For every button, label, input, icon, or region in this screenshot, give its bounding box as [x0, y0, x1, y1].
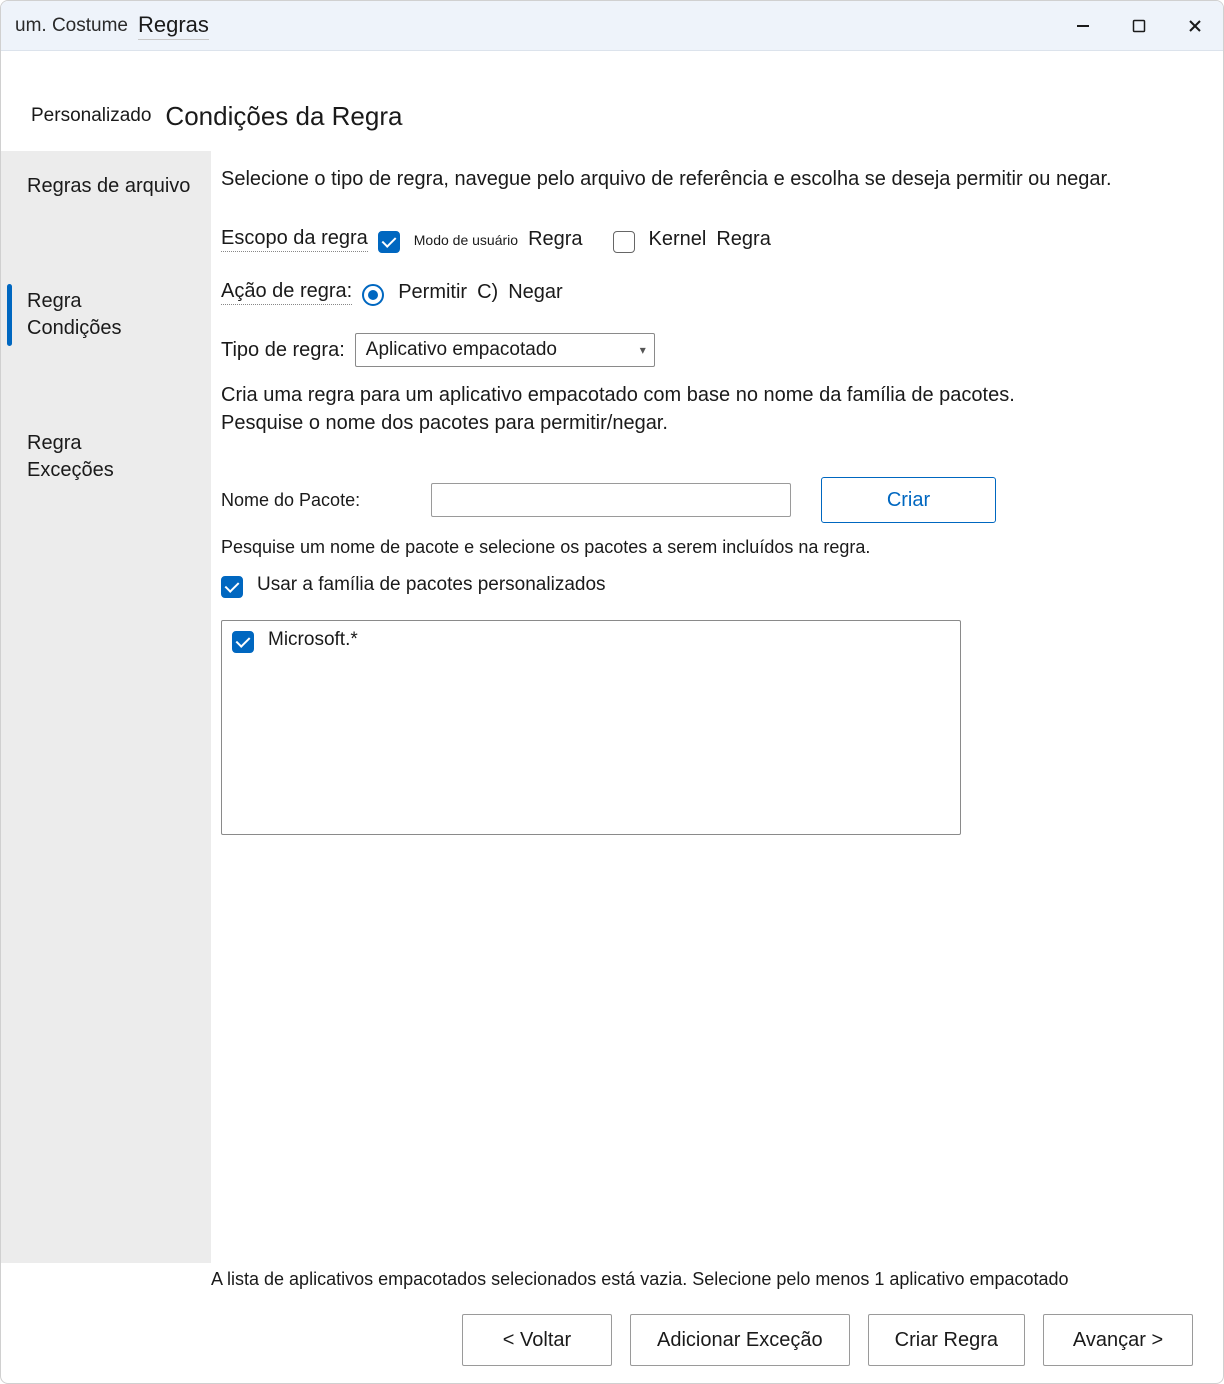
main-content: Selecione o tipo de regra, navegue pelo …	[211, 151, 1223, 1263]
rule-type-row: Tipo de regra: Aplicativo empacotado ▾	[221, 333, 1193, 367]
package-listbox[interactable]: Microsoft.*	[221, 620, 961, 835]
usermode-label: Modo de usuário	[414, 232, 518, 248]
page-header: Personalizado Condições da Regra	[1, 51, 1223, 151]
rule-action-label: Ação de regra:	[221, 280, 352, 305]
rule-type-label: Tipo de regra:	[221, 339, 345, 362]
use-custom-family-checkbox[interactable]	[221, 576, 243, 598]
usermode-checkbox[interactable]	[378, 231, 400, 253]
deny-label: Negar	[508, 281, 562, 304]
wizard-sidebar: Regras de arquivo Regra Condições Regra …	[1, 151, 211, 1263]
breadcrumb: Personalizado	[31, 105, 151, 127]
sidebar-item-label: Regra Exceções	[27, 432, 114, 481]
package-item-name: Microsoft.*	[268, 629, 358, 651]
use-custom-family-row: Usar a família de pacotes personalizados	[221, 574, 1193, 596]
add-exception-button[interactable]: Adicionar Exceção	[630, 1314, 850, 1366]
footer-warning: A lista de aplicativos empacotados selec…	[211, 1269, 1193, 1290]
package-item-checkbox[interactable]	[232, 631, 254, 653]
rule-type-description: Cria uma regra para um aplicativo empaco…	[221, 381, 1081, 437]
rule-type-value: Aplicativo empacotado	[366, 339, 557, 361]
create-package-button[interactable]: Criar	[821, 477, 996, 523]
sidebar-item-label: Regras de arquivo	[27, 175, 190, 197]
intro-text: Selecione o tipo de regra, navegue pelo …	[221, 165, 1121, 193]
rule-type-select[interactable]: Aplicativo empacotado ▾	[355, 333, 655, 367]
use-custom-family-label: Usar a família de pacotes personalizados	[257, 574, 606, 596]
package-search-hint: Pesquise um nome de pacote e selecione o…	[221, 537, 1193, 558]
titlebar: um. Costume Regras	[1, 1, 1223, 51]
list-item[interactable]: Microsoft.*	[232, 629, 950, 651]
sidebar-item-rule-exceptions[interactable]: Regra Exceções	[1, 414, 211, 500]
create-rule-button[interactable]: Criar Regra	[868, 1314, 1025, 1366]
rule-action-row: Ação de regra: Permitir C) Negar	[221, 280, 1193, 305]
window-page-title: Regras	[138, 12, 209, 40]
close-button[interactable]	[1167, 1, 1223, 51]
page-title: Condições da Regra	[165, 101, 402, 132]
next-button[interactable]: Avançar >	[1043, 1314, 1193, 1366]
app-title: um. Costume	[15, 15, 128, 37]
maximize-button[interactable]	[1111, 1, 1167, 51]
sidebar-item-file-rules[interactable]: Regras de arquivo	[1, 157, 211, 216]
package-name-row: Nome do Pacote: Criar	[221, 477, 1193, 523]
package-name-input[interactable]	[431, 483, 791, 517]
allow-label: Permitir	[398, 281, 467, 304]
chevron-down-icon: ▾	[640, 343, 646, 357]
kernel-label: Kernel	[649, 228, 707, 251]
sidebar-item-label: Regra Condições	[27, 290, 122, 339]
rule-scope-label: Escopo da regra	[221, 227, 368, 252]
minimize-button[interactable]	[1055, 1, 1111, 51]
rule-scope-row: Escopo da regra Modo de usuário Regra Ke…	[221, 227, 1193, 252]
deny-prefix: C)	[477, 281, 498, 304]
usermode-suffix: Regra	[528, 228, 582, 251]
back-button[interactable]: < Voltar	[462, 1314, 612, 1366]
allow-radio[interactable]	[362, 284, 384, 306]
package-name-label: Nome do Pacote:	[221, 490, 401, 511]
wizard-footer: A lista de aplicativos empacotados selec…	[1, 1263, 1223, 1383]
kernel-checkbox[interactable]	[613, 231, 635, 253]
kernel-suffix: Regra	[716, 228, 770, 251]
sidebar-item-rule-conditions[interactable]: Regra Condições	[1, 272, 211, 358]
